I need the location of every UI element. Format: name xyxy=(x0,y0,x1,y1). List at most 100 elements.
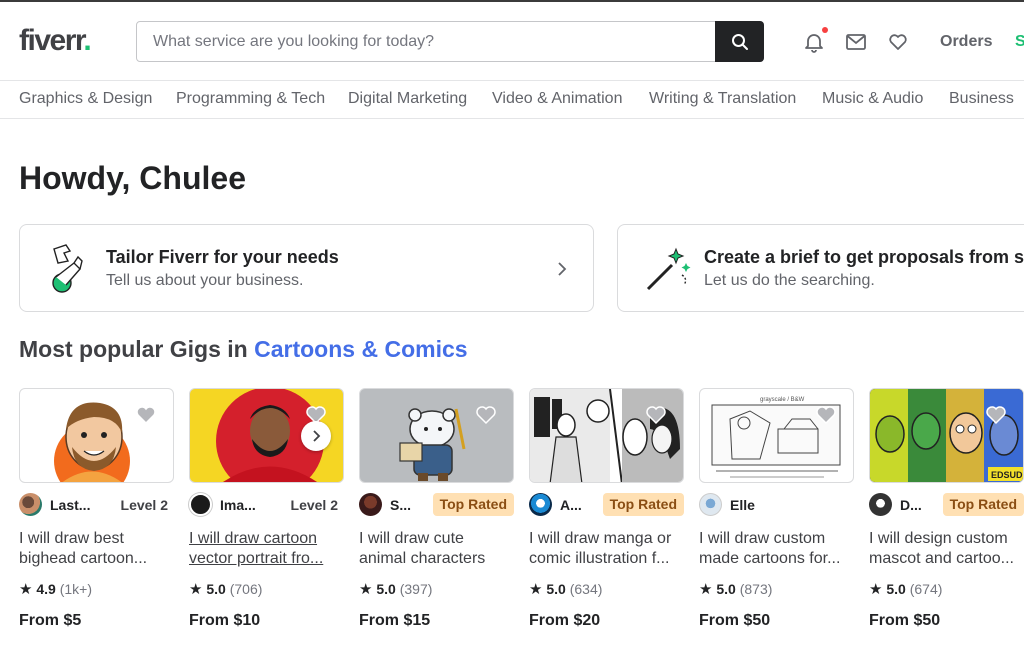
bighead-cartoon-image xyxy=(54,402,130,482)
top-rated-badge: Top Rated xyxy=(602,493,684,516)
thumbnail-caption: grayscale / B&W xyxy=(760,397,805,403)
top-header: fiverr. Orders S xyxy=(0,0,1024,80)
category-programming-tech[interactable]: Programming & Tech xyxy=(176,90,325,108)
next-image-button[interactable] xyxy=(301,421,331,451)
seller-info: D... Top Rated xyxy=(869,493,1024,517)
seller-name[interactable]: D... xyxy=(900,497,922,513)
gig-card[interactable]: grayscale / B&W Elle I will draw custom m… xyxy=(699,388,854,629)
category-graphics-design[interactable]: Graphics & Design xyxy=(19,90,152,108)
star-icon: ★ xyxy=(699,581,713,598)
gig-thumbnail[interactable] xyxy=(19,388,174,483)
gig-title[interactable]: I will draw manga or comic illustration f… xyxy=(529,529,684,569)
avatar[interactable] xyxy=(529,493,552,516)
avatar[interactable] xyxy=(869,493,892,516)
gig-rating: ★ 5.0 (397) xyxy=(359,581,433,598)
seller-name[interactable]: A... xyxy=(560,497,582,513)
gig-thumbnail[interactable] xyxy=(359,388,514,483)
promo-subtitle: Let us do the searching. xyxy=(704,272,875,289)
promo-card-brief[interactable]: Create a brief to get proposals from s L… xyxy=(617,224,1024,312)
gig-price: From $50 xyxy=(699,612,771,629)
seller-info: Elle xyxy=(699,493,854,517)
seller-level-badge: Level 2 xyxy=(120,497,168,513)
gig-title[interactable]: I will draw best bighead cartoon... xyxy=(19,529,174,569)
gig-rating: ★ 4.9 (1k+) xyxy=(19,581,92,598)
gig-title[interactable]: I will design custom mascot and cartoo... xyxy=(869,529,1024,569)
seller-level-badge: Level 2 xyxy=(290,497,338,513)
seller-name[interactable]: S... xyxy=(390,497,411,513)
custom-cartoon-image: grayscale / B&W xyxy=(711,397,841,478)
category-video-animation[interactable]: Video & Animation xyxy=(492,90,622,108)
seller-name[interactable]: Elle xyxy=(730,497,755,513)
top-rated-badge: Top Rated xyxy=(942,493,1024,516)
notification-dot xyxy=(822,27,828,33)
category-menu: Graphics & Design Programming & Tech Dig… xyxy=(0,80,1024,119)
gig-title[interactable]: I will draw cartoon vector portrait fro..… xyxy=(189,529,344,569)
orders-link[interactable]: Orders xyxy=(940,33,992,51)
category-writing-translation[interactable]: Writing & Translation xyxy=(649,90,796,108)
mail-icon[interactable] xyxy=(845,31,867,53)
gig-card[interactable]: Last... Level 2 I will draw best bighead … xyxy=(19,388,174,629)
gig-card[interactable]: A... Top Rated I will draw manga or comic… xyxy=(529,388,684,629)
promo-card-tailor[interactable]: Tailor Fiverr for your needs Tell us abo… xyxy=(19,224,594,312)
page-title: Howdy, Chulee xyxy=(19,160,246,196)
gig-price: From $20 xyxy=(529,612,601,629)
favorite-heart-icon[interactable] xyxy=(135,405,157,425)
gig-card[interactable]: S... Top Rated I will draw cute animal ch… xyxy=(359,388,514,629)
chevron-right-icon xyxy=(558,262,567,276)
top-rated-badge: Top Rated xyxy=(432,493,514,516)
search-button[interactable] xyxy=(715,21,764,62)
seller-name[interactable]: Ima... xyxy=(220,497,256,513)
gig-price: From $10 xyxy=(189,612,261,629)
gig-rating: ★ 5.0 (634) xyxy=(529,581,603,598)
gig-title[interactable]: I will draw cute animal characters xyxy=(359,529,514,569)
search-icon xyxy=(731,33,748,50)
search-bar xyxy=(136,21,764,62)
star-icon: ★ xyxy=(529,581,543,598)
avatar[interactable] xyxy=(189,493,212,516)
gig-thumbnail[interactable] xyxy=(189,388,344,483)
favorite-heart-icon[interactable] xyxy=(985,405,1007,425)
fiverr-logo[interactable]: fiverr. xyxy=(19,24,92,58)
avatar[interactable] xyxy=(359,493,382,516)
gig-price: From $5 xyxy=(19,612,82,629)
seller-info: S... Top Rated xyxy=(359,493,514,517)
gig-thumbnail[interactable]: EDSUD xyxy=(869,388,1024,483)
category-digital-marketing[interactable]: Digital Marketing xyxy=(348,90,467,108)
section-category-link[interactable]: Cartoons & Comics xyxy=(254,336,467,362)
mascot-cartoon-image: EDSUD xyxy=(870,389,1023,482)
gig-thumbnail[interactable]: grayscale / B&W xyxy=(699,388,854,483)
star-icon: ★ xyxy=(189,581,203,598)
manga-illustration-image xyxy=(530,389,683,482)
chevron-right-icon xyxy=(313,430,321,442)
thumbnail-tag: EDSUD xyxy=(991,470,1023,480)
seller-info: A... Top Rated xyxy=(529,493,684,517)
gig-card[interactable]: Ima... Level 2 I will draw cartoon vector… xyxy=(189,388,344,629)
favorite-heart-icon[interactable] xyxy=(645,405,667,425)
gig-card[interactable]: EDSUD D... Top Rated I will design custo… xyxy=(869,388,1024,629)
animal-character-image xyxy=(399,408,466,481)
promo-title: Create a brief to get proposals from s xyxy=(704,247,1024,267)
magic-wand-icon xyxy=(646,247,691,291)
seller-name[interactable]: Last... xyxy=(50,497,90,513)
section-title: Most popular Gigs in Cartoons & Comics xyxy=(19,336,468,362)
puzzle-icon xyxy=(52,244,83,293)
gig-thumbnail[interactable] xyxy=(529,388,684,483)
seller-info: Ima... Level 2 xyxy=(189,493,344,517)
favorite-heart-icon[interactable] xyxy=(815,405,837,425)
seller-info: Last... Level 2 xyxy=(19,493,174,517)
search-input[interactable] xyxy=(137,22,715,61)
bell-icon[interactable] xyxy=(803,31,825,53)
favorite-heart-icon[interactable] xyxy=(475,405,497,425)
avatar[interactable] xyxy=(699,493,722,516)
gig-title[interactable]: I will draw custom made cartoons for... xyxy=(699,529,854,569)
avatar[interactable] xyxy=(19,493,42,516)
star-icon: ★ xyxy=(19,581,33,598)
category-music-audio[interactable]: Music & Audio xyxy=(822,90,923,108)
star-icon: ★ xyxy=(869,581,883,598)
heart-icon[interactable] xyxy=(887,31,909,53)
switch-to-selling-link[interactable]: S xyxy=(1015,33,1024,51)
gig-price: From $50 xyxy=(869,612,941,629)
gig-rating: ★ 5.0 (873) xyxy=(699,581,773,598)
gig-rating: ★ 5.0 (706) xyxy=(189,581,263,598)
category-business[interactable]: Business xyxy=(949,90,1014,108)
